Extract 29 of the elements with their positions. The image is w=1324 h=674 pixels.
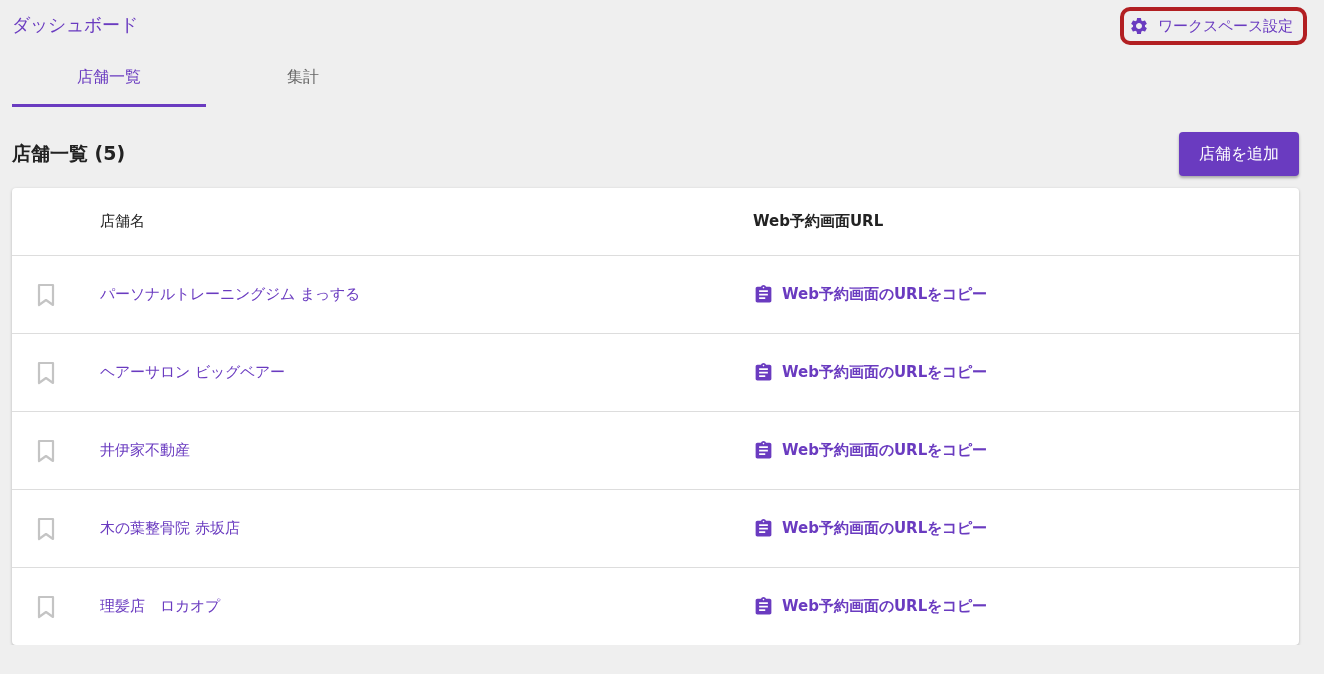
add-store-button[interactable]: 店舗を追加 bbox=[1179, 132, 1299, 176]
bookmark-icon[interactable] bbox=[36, 360, 56, 385]
section-heading: 店舗一覧 (5) bbox=[12, 141, 126, 166]
copy-url-link[interactable]: Web予約画面のURLをコピー bbox=[753, 518, 988, 539]
tab[interactable]: 集計 bbox=[206, 46, 400, 107]
workspace-settings-button[interactable]: ワークスペース設定 bbox=[1120, 7, 1307, 45]
copy-url-link[interactable]: Web予約画面のURLをコピー bbox=[753, 284, 988, 305]
clipboard-icon bbox=[753, 440, 774, 461]
column-header: Web予約画面URL bbox=[753, 212, 885, 231]
store-name-link[interactable]: 木の葉整骨院 赤坂店 bbox=[100, 519, 240, 538]
copy-url-link[interactable]: Web予約画面のURLをコピー bbox=[753, 362, 988, 383]
bookmark-icon[interactable] bbox=[36, 516, 56, 541]
store-name-link[interactable]: ヘアーサロン ビッグベアー bbox=[100, 363, 285, 382]
settings-icon bbox=[1129, 16, 1149, 36]
copy-url-link[interactable]: Web予約画面のURLをコピー bbox=[753, 596, 988, 617]
column-header: 店舗名 bbox=[100, 212, 146, 231]
clipboard-icon bbox=[753, 284, 774, 305]
tab[interactable]: 店舗一覧 bbox=[12, 46, 206, 107]
bookmark-icon[interactable] bbox=[36, 438, 56, 463]
bookmark-icon[interactable] bbox=[36, 594, 56, 619]
store-name-link[interactable]: 井伊家不動産 bbox=[100, 441, 190, 460]
clipboard-icon bbox=[753, 596, 774, 617]
bookmark-icon[interactable] bbox=[36, 282, 56, 307]
clipboard-icon bbox=[753, 362, 774, 383]
clipboard-icon bbox=[753, 518, 774, 539]
store-name-link[interactable]: 理髪店 ロカオプ bbox=[100, 597, 220, 616]
copy-url-link[interactable]: Web予約画面のURLをコピー bbox=[753, 440, 988, 461]
store-name-link[interactable]: パーソナルトレーニングジム まっする bbox=[100, 285, 360, 304]
page-title: ダッシュボード bbox=[12, 13, 138, 37]
